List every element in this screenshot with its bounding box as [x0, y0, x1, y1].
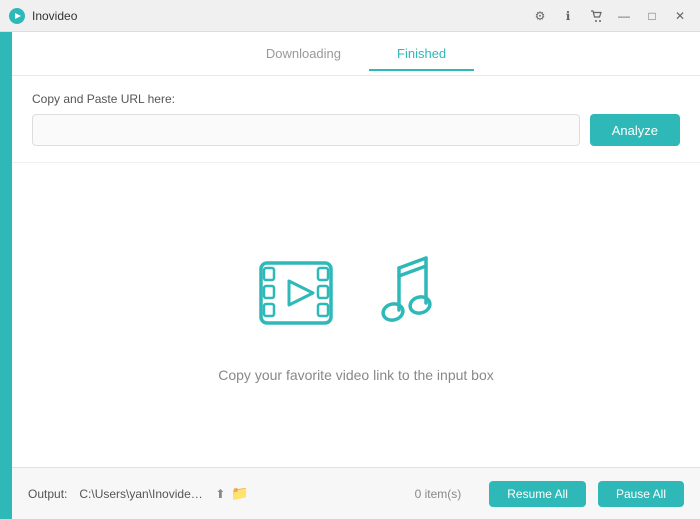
url-row: Analyze — [32, 114, 680, 146]
items-count: 0 item(s) — [415, 487, 462, 501]
minimize-button[interactable]: — — [612, 4, 636, 28]
resume-all-button[interactable]: Resume All — [489, 481, 586, 507]
output-path-container: C:\Users\yan\Inovideo\D... ⬆ 📁 — [79, 485, 386, 502]
url-label: Copy and Paste URL here: — [32, 92, 680, 106]
main-layout: Downloading Finished Copy and Paste URL … — [0, 32, 700, 519]
close-button[interactable]: ✕ — [668, 4, 692, 28]
icons-row — [251, 248, 461, 343]
tab-downloading[interactable]: Downloading — [238, 36, 369, 71]
url-input[interactable] — [32, 114, 580, 146]
titlebar: Inovideo ⚙ ℹ — □ ✕ — [0, 0, 700, 32]
sidebar — [0, 32, 12, 519]
illustration-caption: Copy your favorite video link to the inp… — [218, 367, 494, 383]
shop-icon[interactable] — [584, 4, 608, 28]
info-icon[interactable]: ℹ — [556, 4, 580, 28]
upload-icon: ⬆ — [215, 487, 225, 501]
app-title: Inovideo — [32, 9, 528, 23]
app-logo — [8, 7, 26, 25]
video-icon — [251, 248, 351, 343]
analyze-button[interactable]: Analyze — [590, 114, 680, 146]
maximize-button[interactable]: □ — [640, 4, 664, 28]
music-icon — [371, 248, 461, 343]
output-path-text: C:\Users\yan\Inovideo\D... — [79, 487, 209, 501]
pause-all-button[interactable]: Pause All — [598, 481, 684, 507]
illustration-area: Copy your favorite video link to the inp… — [12, 163, 700, 467]
settings-icon[interactable]: ⚙ — [528, 4, 552, 28]
output-label: Output: — [28, 487, 67, 501]
tab-finished[interactable]: Finished — [369, 36, 474, 71]
bottom-bar: Output: C:\Users\yan\Inovideo\D... ⬆ 📁 0… — [12, 467, 700, 519]
folder-icon[interactable]: 📁 — [231, 485, 248, 502]
tab-bar: Downloading Finished — [12, 32, 700, 76]
content-area: Downloading Finished Copy and Paste URL … — [12, 32, 700, 519]
window-controls: ⚙ ℹ — □ ✕ — [528, 4, 692, 28]
url-section: Copy and Paste URL here: Analyze — [12, 76, 700, 163]
